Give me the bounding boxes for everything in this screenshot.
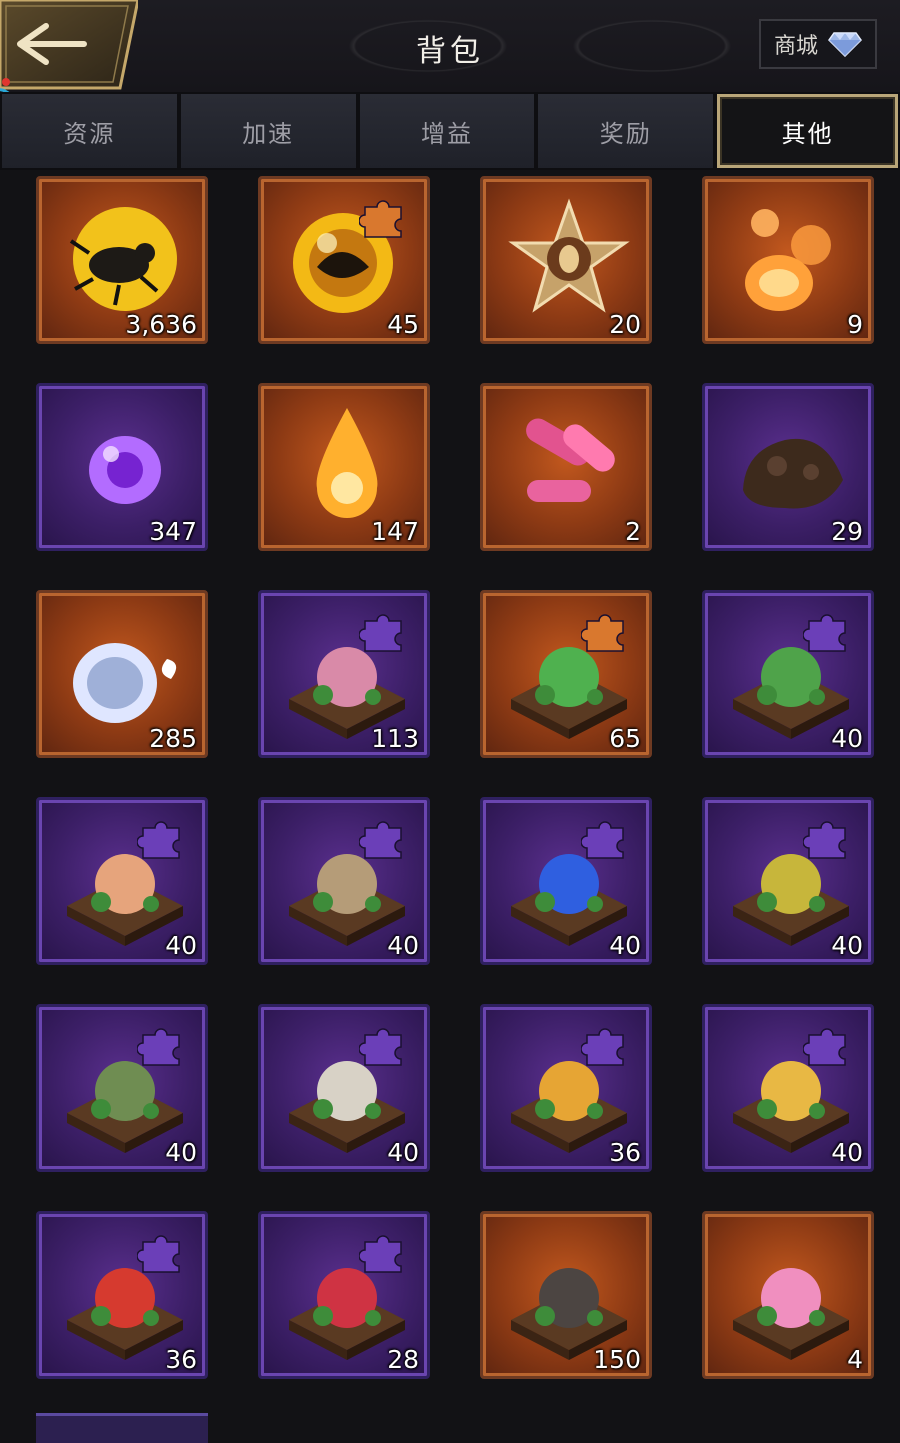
inventory-item-partial[interactable] bbox=[36, 1413, 208, 1443]
inventory-item[interactable]: 40 bbox=[258, 1004, 430, 1172]
honey-drop-icon bbox=[316, 408, 378, 518]
inventory-item[interactable]: 36 bbox=[36, 1211, 208, 1379]
beetle-star-badge-icon bbox=[508, 198, 630, 313]
item-count: 36 bbox=[165, 1345, 197, 1374]
inventory-item[interactable]: 150 bbox=[480, 1211, 652, 1379]
puzzle-piece-icon bbox=[359, 821, 402, 859]
item-count: 285 bbox=[149, 724, 197, 753]
inventory-item[interactable]: 40 bbox=[480, 797, 652, 965]
item-count: 40 bbox=[387, 1138, 419, 1167]
inventory-item[interactable]: 65 bbox=[480, 590, 652, 758]
item-count: 40 bbox=[609, 931, 641, 960]
puzzle-piece-icon bbox=[803, 614, 846, 652]
inventory-item[interactable]: 285 bbox=[36, 590, 208, 758]
diamond-icon bbox=[828, 32, 862, 57]
item-count: 20 bbox=[609, 310, 641, 339]
top-bar: 背包 商城 bbox=[0, 0, 900, 92]
item-count: 40 bbox=[831, 1138, 863, 1167]
beetle-in-amber-icon bbox=[69, 207, 177, 311]
puzzle-piece-icon bbox=[137, 1028, 180, 1066]
inventory-item[interactable]: 28 bbox=[258, 1211, 430, 1379]
puzzle-piece-icon bbox=[359, 614, 402, 652]
puzzle-piece-icon bbox=[803, 821, 846, 859]
puzzle-piece-icon bbox=[581, 1028, 624, 1066]
lily-tile-icon bbox=[733, 1268, 849, 1360]
soil-clump-icon bbox=[743, 438, 843, 509]
inventory-item[interactable]: 36 bbox=[480, 1004, 652, 1172]
inventory-item[interactable]: 40 bbox=[36, 797, 208, 965]
inventory-item[interactable]: 40 bbox=[258, 797, 430, 965]
inventory-item[interactable]: 45 bbox=[258, 176, 430, 344]
inventory-item[interactable]: 9 bbox=[702, 176, 874, 344]
puzzle-piece-icon bbox=[359, 1235, 402, 1273]
item-count: 147 bbox=[371, 517, 419, 546]
category-tabs: 资源 加速 增益 奖励 其他 bbox=[0, 92, 900, 170]
item-count: 2 bbox=[625, 517, 641, 546]
inventory-item[interactable]: 113 bbox=[258, 590, 430, 758]
item-count: 45 bbox=[387, 310, 419, 339]
item-count: 347 bbox=[149, 517, 197, 546]
item-count: 65 bbox=[609, 724, 641, 753]
puzzle-piece-icon bbox=[359, 200, 402, 238]
puzzle-piece-icon bbox=[137, 821, 180, 859]
item-count: 3,636 bbox=[125, 310, 197, 339]
tab-other[interactable]: 其他 bbox=[717, 94, 898, 168]
tab-rewards[interactable]: 奖励 bbox=[538, 94, 714, 168]
inventory-item[interactable]: 4 bbox=[702, 1211, 874, 1379]
inventory-item[interactable]: 40 bbox=[36, 1004, 208, 1172]
inventory-item[interactable]: 40 bbox=[702, 1004, 874, 1172]
puzzle-piece-icon bbox=[803, 1028, 846, 1066]
item-count: 4 bbox=[847, 1345, 863, 1374]
tab-resources[interactable]: 资源 bbox=[2, 94, 177, 168]
shop-label: 商城 bbox=[773, 34, 818, 59]
amber-droplets-icon bbox=[745, 209, 831, 311]
inventory-item[interactable]: 29 bbox=[702, 383, 874, 551]
pink-bacteria-icon bbox=[526, 418, 615, 502]
inventory-item[interactable]: 20 bbox=[480, 176, 652, 344]
item-count: 40 bbox=[831, 724, 863, 753]
inventory-item[interactable]: 40 bbox=[702, 797, 874, 965]
dew-drop-icon bbox=[73, 643, 177, 723]
item-count: 150 bbox=[593, 1345, 641, 1374]
item-count: 9 bbox=[847, 310, 863, 339]
puzzle-piece-icon bbox=[581, 821, 624, 859]
inventory-item[interactable]: 3,636 bbox=[36, 176, 208, 344]
item-count: 28 bbox=[387, 1345, 419, 1374]
item-count: 40 bbox=[165, 931, 197, 960]
purple-gel-icon bbox=[89, 436, 161, 504]
inventory-item[interactable]: 40 bbox=[702, 590, 874, 758]
tab-speedup[interactable]: 加速 bbox=[180, 94, 356, 168]
shop-button[interactable]: 商城 bbox=[759, 19, 877, 69]
item-count: 40 bbox=[165, 1138, 197, 1167]
puzzle-piece-icon bbox=[581, 614, 624, 652]
tab-boost[interactable]: 增益 bbox=[359, 94, 535, 168]
item-count: 113 bbox=[371, 724, 419, 753]
item-count: 40 bbox=[831, 931, 863, 960]
puzzle-piece-icon bbox=[137, 1235, 180, 1273]
inventory-item[interactable]: 2 bbox=[480, 383, 652, 551]
puzzle-piece-icon bbox=[359, 1028, 402, 1066]
notification-dot bbox=[2, 78, 10, 86]
inventory-item[interactable]: 147 bbox=[258, 383, 430, 551]
item-count: 40 bbox=[387, 931, 419, 960]
item-count: 36 bbox=[609, 1138, 641, 1167]
item-count: 29 bbox=[831, 517, 863, 546]
inventory-item[interactable]: 347 bbox=[36, 383, 208, 551]
rock-pile-icon bbox=[511, 1268, 627, 1360]
